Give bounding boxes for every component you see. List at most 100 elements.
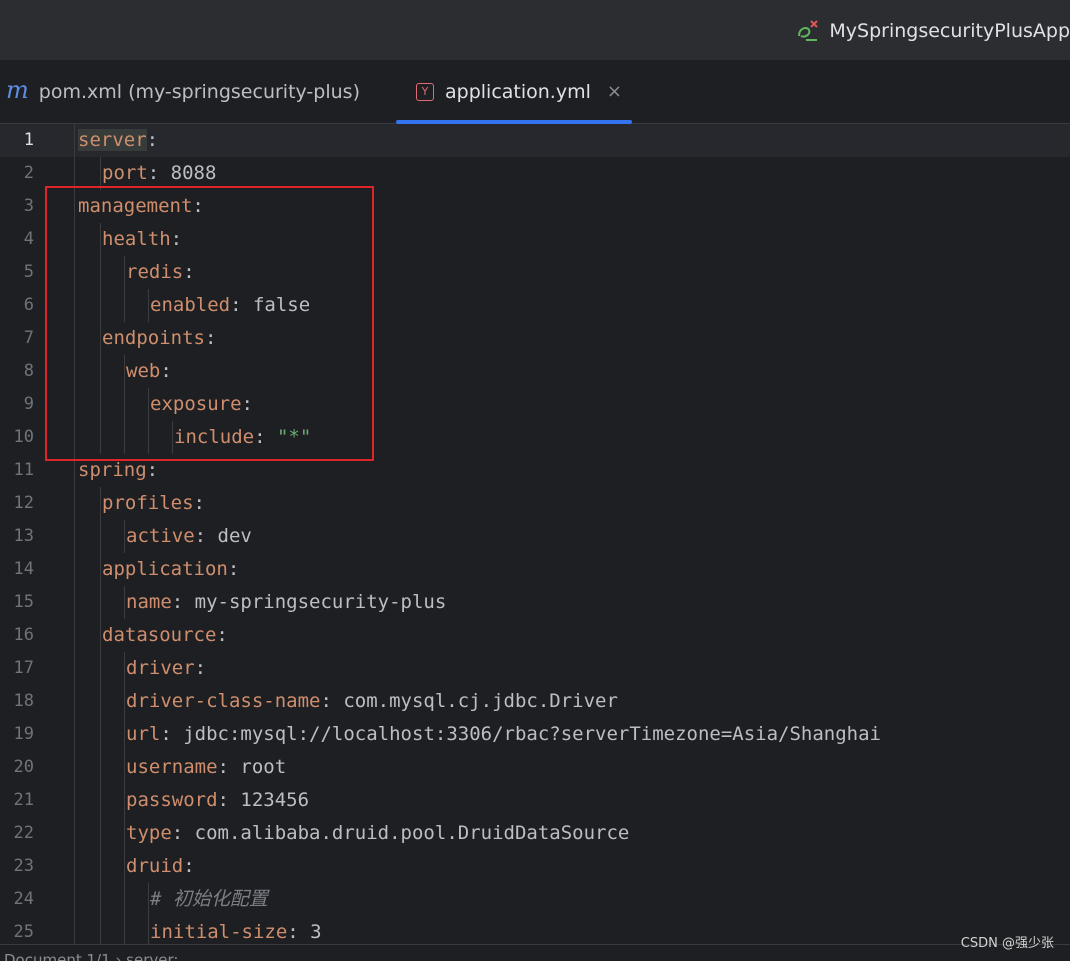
yaml-key: initial-size (150, 921, 288, 943)
line-number[interactable]: 19 (0, 718, 34, 751)
yaml-value: 123456 (228, 789, 310, 811)
yaml-colon: : (194, 525, 207, 547)
yaml-key: port (102, 162, 148, 184)
yaml-colon: : (217, 756, 229, 778)
line-number[interactable]: 3 (0, 190, 34, 223)
code-text: application: (102, 553, 239, 586)
yaml-key: druid (126, 855, 184, 877)
line-number[interactable]: 11 (0, 454, 34, 487)
line-number[interactable]: 25 (0, 916, 34, 944)
title-bar: MySpringsecurityPlusApp (0, 0, 1070, 60)
code-text: driver: (126, 652, 206, 685)
yaml-key: type (126, 822, 172, 844)
code-text: name: my-springsecurity-plus (126, 586, 446, 619)
code-line[interactable]: 15 name: my-springsecurity-plus (0, 586, 1070, 619)
line-number[interactable]: 22 (0, 817, 34, 850)
tab-pom-xml[interactable]: m pom.xml (my-springsecurity-plus) (6, 60, 360, 123)
watermark: CSDN @强少张 (960, 936, 1054, 951)
indent-guide (100, 487, 101, 949)
yaml-colon: : (146, 459, 159, 481)
line-number[interactable]: 16 (0, 619, 34, 652)
code-line[interactable]: 22 type: com.alibaba.druid.pool.DruidData… (0, 817, 1070, 850)
yaml-key: server (78, 129, 147, 151)
yaml-value: my-springsecurity-plus (183, 591, 447, 613)
yaml-colon: : (320, 690, 332, 712)
run-configuration-selector[interactable]: MySpringsecurityPlusApp (795, 17, 1070, 45)
line-number[interactable]: 18 (0, 685, 34, 718)
code-line[interactable]: 23 druid: (0, 850, 1070, 883)
yaml-colon: : (217, 789, 229, 811)
yaml-key: profiles (102, 492, 194, 514)
tab-application-yml[interactable]: Y application.yml × (396, 60, 632, 124)
line-number[interactable]: 21 (0, 784, 34, 817)
code-line[interactable]: 19 url: jdbc:mysql://localhost:3306/rbac?… (0, 718, 1070, 751)
code-line[interactable]: 14 application: (0, 553, 1070, 586)
close-icon[interactable]: × (607, 81, 622, 102)
line-number[interactable]: 4 (0, 223, 34, 256)
yaml-colon: : (193, 492, 205, 514)
yaml-value: com.alibaba.druid.pool.DruidDataSource (183, 822, 630, 844)
line-number[interactable]: 7 (0, 322, 34, 355)
line-number[interactable]: 9 (0, 388, 34, 421)
yaml-key: driver (126, 657, 195, 679)
yaml-key: application (102, 558, 228, 580)
line-number[interactable]: 5 (0, 256, 34, 289)
yaml-colon: : (183, 855, 195, 877)
code-text: username: root (126, 751, 286, 784)
indent-guide (124, 586, 125, 619)
yaml-colon: : (146, 129, 159, 151)
yaml-key: spring (78, 459, 147, 481)
yaml-comment: # 初始化配置 (150, 888, 268, 910)
code-line[interactable]: 24 # 初始化配置 (0, 883, 1070, 916)
code-text: password: 123456 (126, 784, 309, 817)
yaml-colon: : (287, 921, 299, 943)
spring-boot-run-icon (798, 20, 819, 41)
annotation-highlight-box (45, 186, 374, 461)
code-text: profiles: (102, 487, 205, 520)
yaml-value: 3 (298, 921, 322, 943)
code-text: server: (78, 124, 158, 157)
line-number[interactable]: 15 (0, 586, 34, 619)
code-line[interactable]: 13 active: dev (0, 520, 1070, 553)
line-number[interactable]: 6 (0, 289, 34, 322)
code-text: url: jdbc:mysql://localhost:3306/rbac?se… (126, 718, 881, 751)
code-line[interactable]: 17 driver: (0, 652, 1070, 685)
indent-guide (148, 883, 149, 949)
yaml-key: password (126, 789, 218, 811)
code-line[interactable]: 18 driver-class-name: com.mysql.cj.jdbc.D… (0, 685, 1070, 718)
line-number[interactable]: 10 (0, 421, 34, 454)
code-line[interactable]: 12 profiles: (0, 487, 1070, 520)
line-number[interactable]: 12 (0, 487, 34, 520)
yaml-colon: : (227, 558, 240, 580)
line-number[interactable]: 13 (0, 520, 34, 553)
indent-guide (124, 520, 125, 553)
code-line[interactable]: 25 initial-size: 3 (0, 916, 1070, 944)
yaml-value: 8088 (159, 162, 217, 184)
yaml-value: com.mysql.cj.jdbc.Driver (331, 690, 618, 712)
yaml-colon: : (171, 822, 184, 844)
yaml-key: url (126, 723, 161, 745)
yaml-colon: : (160, 723, 172, 745)
yaml-key: active (126, 525, 195, 547)
line-number[interactable]: 14 (0, 553, 34, 586)
code-line[interactable]: 20 username: root (0, 751, 1070, 784)
code-line[interactable]: 1 server: (0, 124, 1070, 157)
code-line[interactable]: 16 datasource: (0, 619, 1070, 652)
yaml-key: username (126, 756, 218, 778)
yaml-value: jdbc:mysql://localhost:3306/rbac?serverT… (171, 723, 881, 745)
yaml-file-icon: Y (416, 82, 434, 101)
line-number[interactable]: 23 (0, 850, 34, 883)
line-number[interactable]: 2 (0, 157, 34, 190)
line-number[interactable]: 24 (0, 883, 34, 916)
yaml-colon: : (194, 657, 207, 679)
code-line[interactable]: 21 password: 123456 (0, 784, 1070, 817)
yaml-key: name (126, 591, 172, 613)
yaml-key: driver-class-name (126, 690, 321, 712)
line-number[interactable]: 1 (0, 124, 34, 157)
indent-guide (124, 652, 125, 949)
line-number[interactable]: 8 (0, 355, 34, 388)
yaml-colon: : (147, 162, 160, 184)
yaml-colon: : (171, 591, 184, 613)
line-number[interactable]: 17 (0, 652, 34, 685)
line-number[interactable]: 20 (0, 751, 34, 784)
